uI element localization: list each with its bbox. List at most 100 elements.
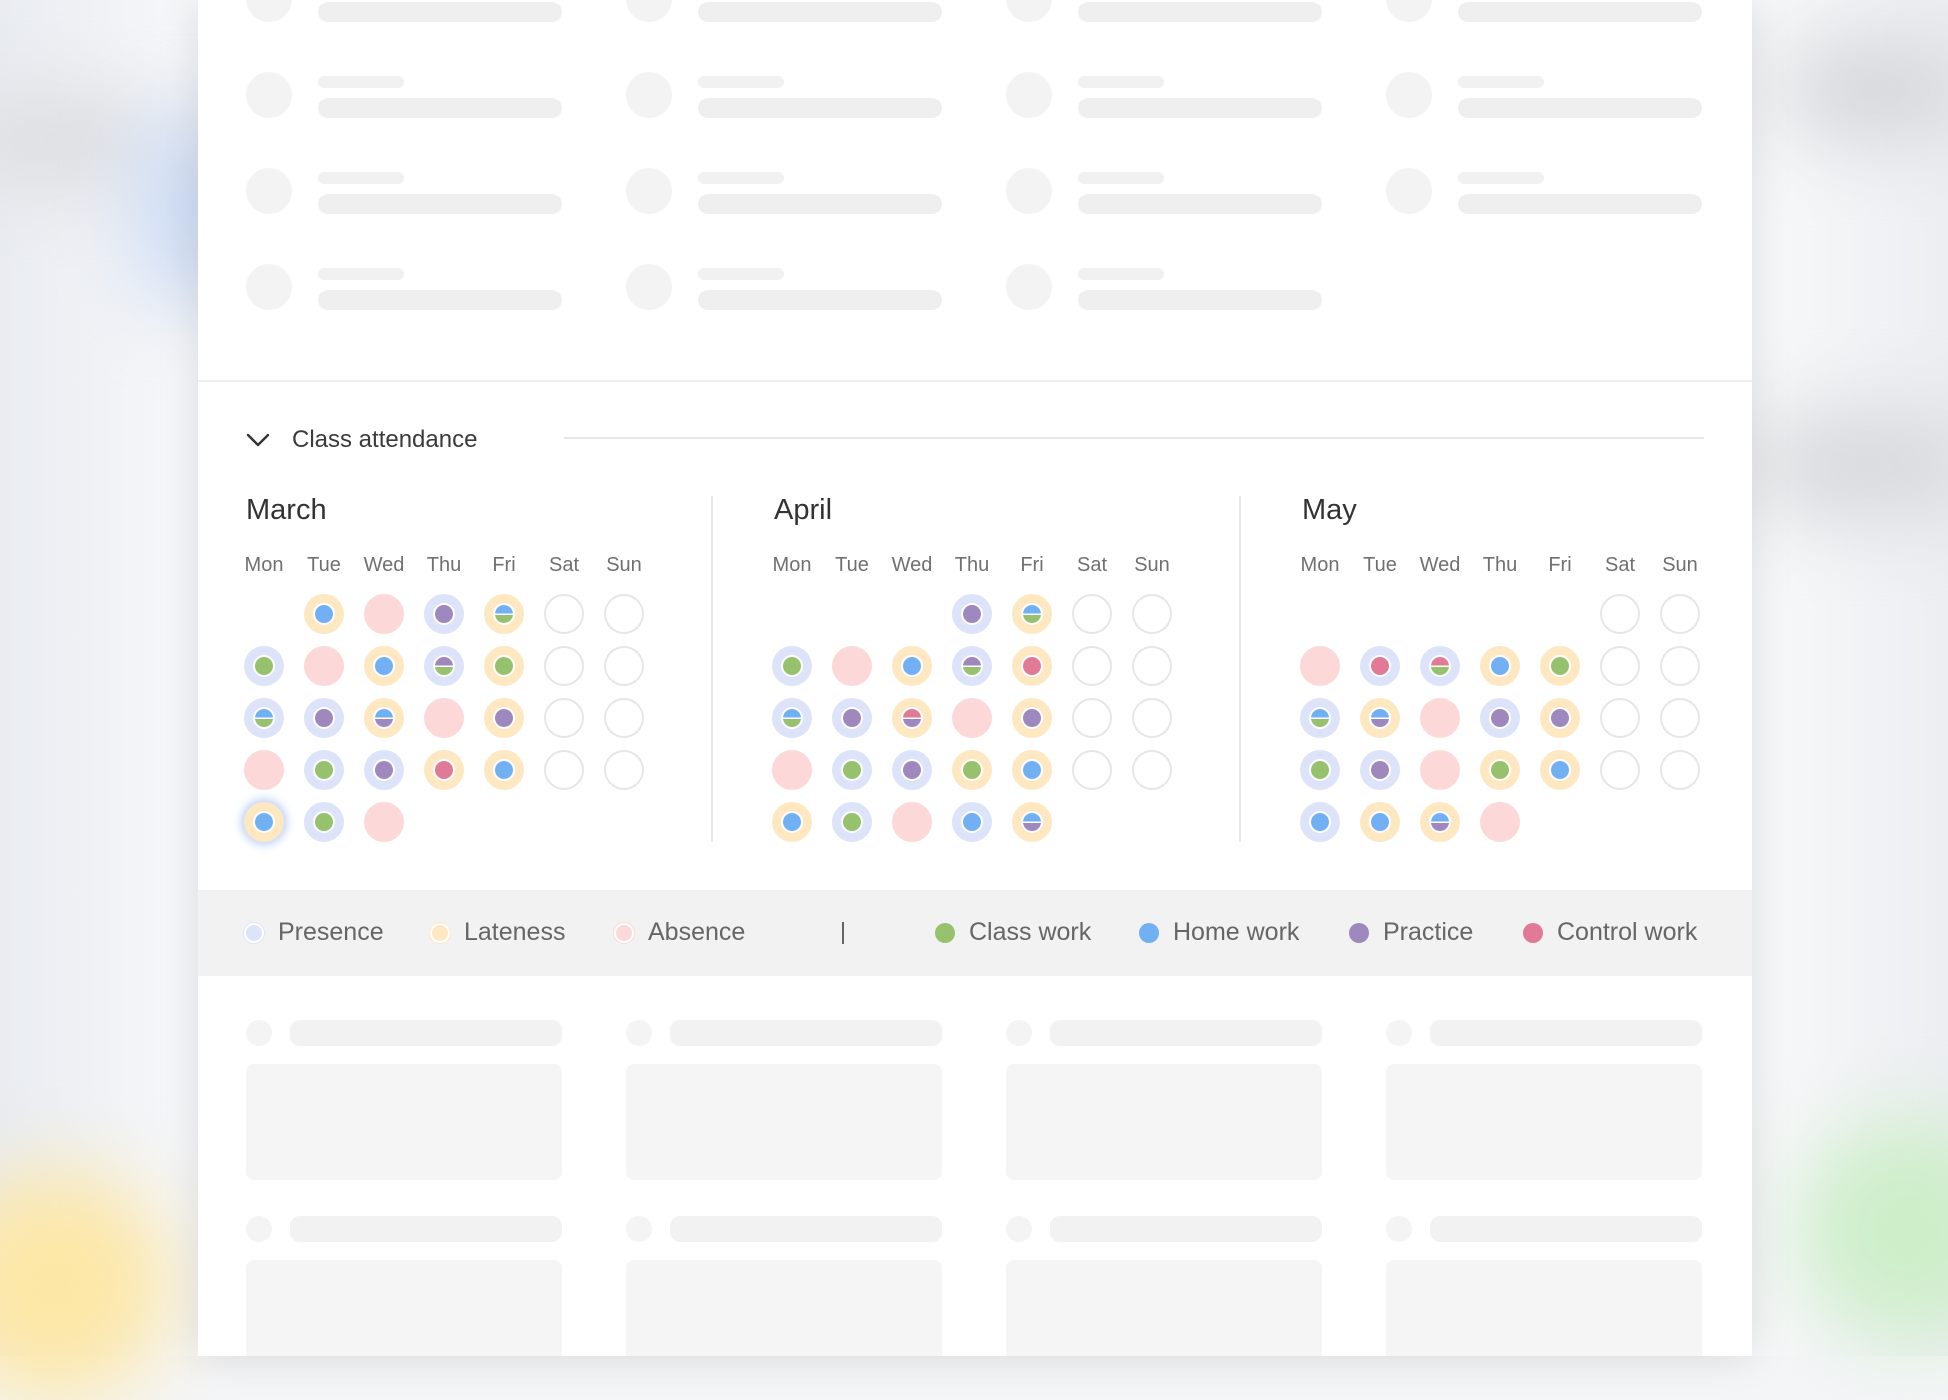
calendar-day-empty[interactable] bbox=[1660, 646, 1700, 686]
calendar-day-lateness[interactable] bbox=[484, 750, 524, 790]
calendar-day-lateness[interactable] bbox=[484, 594, 524, 634]
calendar-day-presence[interactable] bbox=[832, 750, 872, 790]
calendar-day-empty[interactable] bbox=[1132, 698, 1172, 738]
calendar-day-lateness[interactable] bbox=[484, 698, 524, 738]
calendar-day-lateness[interactable] bbox=[1540, 646, 1580, 686]
calendar-day-presence[interactable] bbox=[304, 802, 344, 842]
calendar-day-absence[interactable] bbox=[364, 594, 404, 634]
presence-dot-icon bbox=[244, 923, 264, 943]
calendar-day-lateness[interactable] bbox=[1540, 750, 1580, 790]
calendar-day-presence[interactable] bbox=[1360, 646, 1400, 686]
calendar-day-lateness[interactable] bbox=[1540, 698, 1580, 738]
calendar-day-presence[interactable] bbox=[1480, 698, 1520, 738]
calendar-day-lateness[interactable] bbox=[1012, 802, 1052, 842]
calendar-day-absence[interactable] bbox=[892, 802, 932, 842]
calendar-day-empty[interactable] bbox=[1660, 594, 1700, 634]
calendar-day-empty[interactable] bbox=[1072, 750, 1112, 790]
calendar-day-absence[interactable] bbox=[364, 802, 404, 842]
calendar-day-presence[interactable] bbox=[1300, 802, 1340, 842]
calendar-day-presence[interactable] bbox=[1300, 698, 1340, 738]
home-work-dot-icon bbox=[1139, 923, 1159, 943]
calendar-day-lateness[interactable] bbox=[1012, 646, 1052, 686]
calendar-day-empty[interactable] bbox=[604, 646, 644, 686]
calendar-day-empty[interactable] bbox=[604, 750, 644, 790]
calendar-day-empty[interactable] bbox=[1132, 646, 1172, 686]
calendar-day-lateness[interactable] bbox=[1420, 802, 1460, 842]
calendar-day-presence[interactable] bbox=[1360, 750, 1400, 790]
calendar-day-empty[interactable] bbox=[1600, 750, 1640, 790]
calendar-day-lateness[interactable] bbox=[304, 594, 344, 634]
work-indicator-icon bbox=[901, 707, 923, 729]
calendar-day-absence[interactable] bbox=[952, 698, 992, 738]
calendar-day-empty[interactable] bbox=[1072, 698, 1112, 738]
calendar-day-absence[interactable] bbox=[424, 698, 464, 738]
calendar-day-absence[interactable] bbox=[832, 646, 872, 686]
calendar-day-lateness[interactable] bbox=[1012, 750, 1052, 790]
calendar-day-empty[interactable] bbox=[544, 646, 584, 686]
calendar-day-lateness[interactable] bbox=[892, 646, 932, 686]
calendar-day-lateness[interactable] bbox=[1480, 750, 1520, 790]
control-work-dot-icon bbox=[1523, 923, 1543, 943]
calendar-day-lateness[interactable] bbox=[1360, 802, 1400, 842]
calendar-day-absence[interactable] bbox=[1420, 750, 1460, 790]
weekday-header: Fri bbox=[1548, 554, 1572, 576]
calendar-day-absence[interactable] bbox=[244, 750, 284, 790]
calendar-day-empty[interactable] bbox=[604, 594, 644, 634]
calendar-day-empty[interactable] bbox=[544, 698, 584, 738]
work-indicator-icon bbox=[373, 759, 395, 781]
calendar-day-empty[interactable] bbox=[1660, 750, 1700, 790]
calendar-day-lateness[interactable] bbox=[892, 698, 932, 738]
calendar-day-presence[interactable] bbox=[952, 594, 992, 634]
calendar-day-absence[interactable] bbox=[1480, 802, 1520, 842]
calendar-day-empty[interactable] bbox=[1600, 646, 1640, 686]
calendar-day-presence[interactable] bbox=[772, 646, 812, 686]
calendar-day-presence[interactable] bbox=[304, 750, 344, 790]
work-indicator-icon bbox=[901, 759, 923, 781]
calendar-day-lateness[interactable] bbox=[952, 750, 992, 790]
calendar-day-empty[interactable] bbox=[544, 594, 584, 634]
calendar-day-presence[interactable] bbox=[952, 646, 992, 686]
calendar-day-empty[interactable] bbox=[1132, 750, 1172, 790]
calendar-day-empty[interactable] bbox=[544, 750, 584, 790]
calendar-day-empty[interactable] bbox=[604, 698, 644, 738]
calendar-day-presence[interactable] bbox=[1420, 646, 1460, 686]
calendar-day-absence[interactable] bbox=[772, 750, 812, 790]
weekday-header: Wed bbox=[1419, 554, 1461, 576]
calendar-day-lateness[interactable] bbox=[1012, 594, 1052, 634]
calendar-day-empty[interactable] bbox=[1132, 594, 1172, 634]
attendance-section-header[interactable]: Class attendance bbox=[246, 422, 1704, 458]
calendar-day-presence[interactable] bbox=[832, 698, 872, 738]
calendar-day-presence[interactable] bbox=[832, 802, 872, 842]
calendar-day-presence[interactable] bbox=[304, 698, 344, 738]
work-indicator-icon bbox=[1021, 759, 1043, 781]
calendar-day-absence[interactable] bbox=[304, 646, 344, 686]
calendar-day-lateness[interactable] bbox=[364, 698, 404, 738]
calendar-day-presence[interactable] bbox=[244, 698, 284, 738]
skeleton-placeholder bbox=[626, 0, 942, 36]
calendar-day-lateness[interactable] bbox=[244, 802, 284, 842]
calendar-day-empty[interactable] bbox=[1072, 646, 1112, 686]
calendar-day-lateness[interactable] bbox=[772, 802, 812, 842]
calendar-day-presence[interactable] bbox=[1300, 750, 1340, 790]
calendar-day-presence[interactable] bbox=[772, 698, 812, 738]
calendar-day-absence[interactable] bbox=[1300, 646, 1340, 686]
calendar-day-absence[interactable] bbox=[1420, 698, 1460, 738]
calendar-day-presence[interactable] bbox=[424, 646, 464, 686]
calendar-day-lateness[interactable] bbox=[484, 646, 524, 686]
calendar-day-presence[interactable] bbox=[364, 750, 404, 790]
calendar-day-lateness[interactable] bbox=[364, 646, 404, 686]
chevron-down-icon[interactable] bbox=[246, 430, 270, 450]
calendar-day-empty[interactable] bbox=[1660, 698, 1700, 738]
calendar-day-presence[interactable] bbox=[952, 802, 992, 842]
calendar-day-presence[interactable] bbox=[244, 646, 284, 686]
calendar-day-empty[interactable] bbox=[1600, 594, 1640, 634]
calendar-day-lateness[interactable] bbox=[1012, 698, 1052, 738]
calendar-day-lateness[interactable] bbox=[1480, 646, 1520, 686]
work-indicator-icon bbox=[313, 811, 335, 833]
calendar-day-empty[interactable] bbox=[1600, 698, 1640, 738]
calendar-day-lateness[interactable] bbox=[424, 750, 464, 790]
calendar-day-lateness[interactable] bbox=[1360, 698, 1400, 738]
calendar-day-presence[interactable] bbox=[424, 594, 464, 634]
calendar-day-presence[interactable] bbox=[892, 750, 932, 790]
calendar-day-empty[interactable] bbox=[1072, 594, 1112, 634]
